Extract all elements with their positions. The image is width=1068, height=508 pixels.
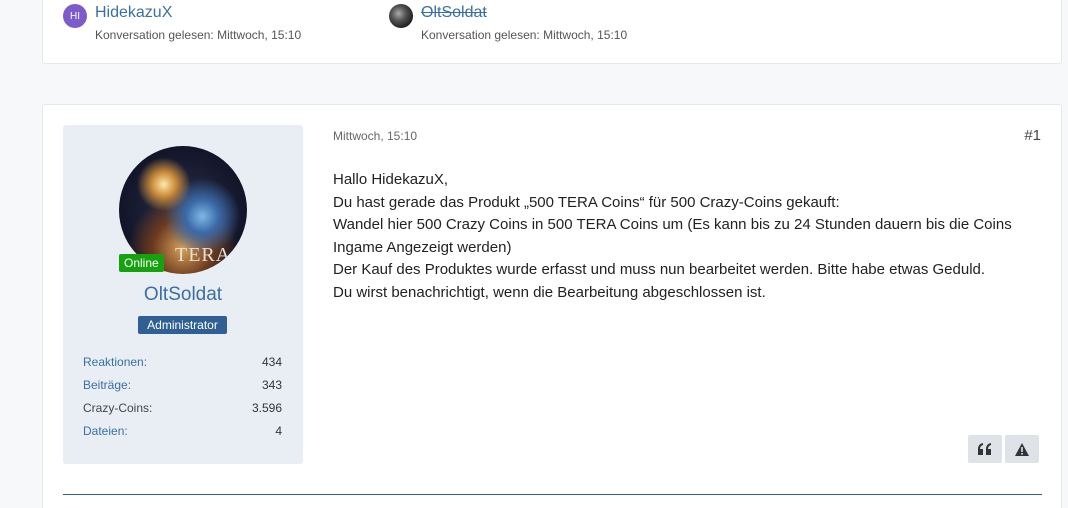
participant-name-link[interactable]: OltSoldat: [421, 4, 487, 22]
user-title-badge: Administrator: [138, 316, 227, 334]
quote-icon: [978, 443, 991, 455]
participant-avatar[interactable]: [389, 4, 413, 28]
post-date-link[interactable]: Mittwoch, 15:10: [333, 129, 417, 143]
participant-avatar[interactable]: HI: [63, 4, 87, 28]
post-content: Hallo HidekazuX, Du hast gerade das Prod…: [333, 169, 1039, 304]
message-separator: [63, 494, 1042, 495]
post-permalink[interactable]: #1: [1024, 127, 1041, 144]
message-user-panel: TERA Online OltSoldat Administrator Reak…: [63, 125, 303, 464]
stat-row-reactions: Reaktionen: 434: [83, 355, 282, 378]
stat-value: 4: [275, 424, 282, 438]
quote-button[interactable]: [968, 435, 1002, 463]
stat-value: 434: [261, 355, 282, 369]
post-line: Du hast gerade das Produkt „500 TERA Coi…: [333, 193, 840, 211]
online-status-badge: Online: [119, 254, 164, 272]
post-line: Hallo HidekazuX,: [333, 171, 449, 188]
participant-name-link[interactable]: HidekazuX: [95, 4, 172, 22]
stat-value: 3.596: [251, 401, 282, 415]
stat-row-files: Dateien: 4: [83, 424, 282, 447]
participant-read-status: Konversation gelesen: Mittwoch, 15:10: [95, 28, 302, 42]
conversation-message: TERA Online OltSoldat Administrator Reak…: [42, 104, 1062, 508]
stat-value: 343: [261, 378, 282, 392]
stat-label: Crazy-Coins:: [83, 401, 153, 415]
report-button[interactable]: [1005, 435, 1039, 463]
stat-row-crazy-coins: Crazy-Coins: 3.596: [83, 401, 282, 424]
avatar-logo-text: TERA: [175, 244, 232, 266]
warning-icon: [1015, 442, 1029, 456]
stat-label[interactable]: Beiträge:: [83, 378, 131, 401]
post-line: Wandel hier 500 Crazy Coins in 500 TERA …: [333, 216, 1012, 256]
stat-label[interactable]: Dateien:: [83, 424, 128, 447]
user-stats: Reaktionen: 434 Beiträge: 343 Crazy-Coin…: [83, 355, 282, 447]
post-line: Der Kauf des Produktes wurde erfasst und…: [333, 261, 986, 278]
stat-row-posts: Beiträge: 343: [83, 378, 282, 401]
post-line: Du wirst benachrichtigt, wenn die Bearbe…: [333, 283, 766, 301]
user-name-link[interactable]: OltSoldat: [63, 284, 303, 306]
stat-label[interactable]: Reaktionen:: [83, 355, 147, 378]
participant-read-status: Konversation gelesen: Mittwoch, 15:10: [421, 28, 628, 42]
conversation-participants: HI HidekazuX Konversation gelesen: Mittw…: [42, 0, 1062, 64]
